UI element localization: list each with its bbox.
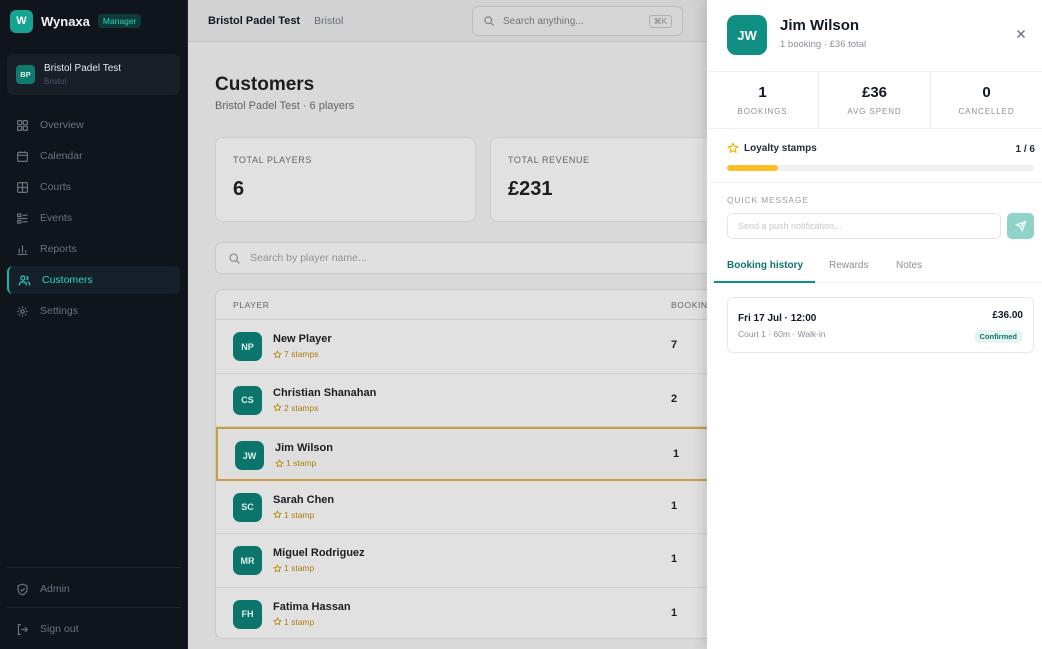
booking-price: £36.00 — [992, 310, 1023, 321]
sidebar-item-customers[interactable]: Customers — [7, 266, 180, 294]
customer-stats: 1 BOOKINGS £36 AVG SPEND 0 CANCELLED — [707, 72, 1042, 129]
calendar-icon — [17, 150, 28, 162]
stat-cancelled: 0 CANCELLED — [931, 72, 1042, 128]
input-placeholder: Send a push notification... — [738, 221, 842, 231]
sidebar-nav: Overview Calendar Courts Events Reports … — [0, 111, 187, 325]
brand: W Wynaxa Manager — [0, 0, 187, 42]
sidebar: W Wynaxa Manager BP Bristol Padel Test B… — [0, 0, 188, 649]
active-tab-indicator — [714, 281, 815, 283]
stat-value: £36 — [861, 84, 888, 101]
close-icon — [1017, 30, 1025, 38]
venue-avatar: BP — [16, 65, 35, 84]
push-notification-input[interactable]: Send a push notification... — [727, 213, 1001, 239]
sidebar-item-admin[interactable]: Admin — [7, 575, 181, 603]
loyalty-title: Loyalty stamps — [727, 142, 817, 154]
drawer-header: JW Jim Wilson 1 booking · £36 total — [707, 0, 1042, 72]
sign-out-button[interactable]: Sign out — [7, 615, 181, 643]
sidebar-item-overview[interactable]: Overview — [7, 111, 180, 139]
star-icon — [727, 142, 739, 154]
loyalty-stamps-section: Loyalty stamps 1 / 6 — [707, 129, 1042, 183]
shield-icon — [17, 583, 28, 595]
booking-date: Fri 17 Jul · 12:00 — [738, 313, 817, 324]
brand-name: Wynaxa — [41, 13, 90, 29]
loyalty-count: 1 / 6 — [1015, 144, 1035, 155]
brand-logo[interactable]: W — [10, 9, 33, 33]
loyalty-progress-fill — [727, 165, 779, 171]
role-badge: Manager — [97, 14, 142, 28]
users-icon — [18, 274, 31, 285]
tab-notes[interactable]: Notes — [896, 260, 922, 271]
gear-icon — [17, 305, 28, 317]
sidebar-item-events[interactable]: Events — [7, 204, 180, 232]
courts-icon — [17, 181, 28, 193]
sidebar-item-label: Overview — [40, 119, 84, 131]
sidebar-item-courts[interactable]: Courts — [7, 173, 180, 201]
stat-value: 1 — [758, 84, 767, 101]
stat-label: CANCELLED — [958, 107, 1015, 116]
booking-history-item[interactable]: Fri 17 Jul · 12:00 Court 1 · 60m · Walk-… — [727, 297, 1034, 353]
status-badge: Confirmed — [973, 330, 1023, 343]
sidebar-item-label: Courts — [40, 181, 71, 193]
sidebar-item-label: Customers — [42, 274, 93, 286]
booking-details: Court 1 · 60m · Walk-in — [738, 329, 826, 339]
venue-name: Bristol Padel Test — [44, 63, 122, 74]
venue-switcher[interactable]: BP Bristol Padel Test Bristol — [7, 54, 180, 95]
divider — [7, 567, 181, 568]
send-icon — [1014, 220, 1027, 232]
customer-detail-drawer: JW Jim Wilson 1 booking · £36 total 1 BO… — [707, 0, 1042, 649]
close-button[interactable] — [1014, 27, 1028, 41]
sidebar-item-label: Admin — [40, 583, 70, 595]
send-button[interactable] — [1007, 213, 1034, 239]
stat-value: 0 — [982, 84, 991, 101]
customer-name: Jim Wilson — [780, 17, 860, 34]
drawer-tabs: Booking history Rewards Notes — [707, 250, 1042, 283]
quick-message-label: QUICK MESSAGE — [727, 195, 809, 205]
events-icon — [17, 212, 28, 224]
sidebar-item-settings[interactable]: Settings — [7, 297, 180, 325]
divider — [7, 607, 181, 608]
sidebar-footer: Admin Sign out — [0, 567, 188, 649]
sidebar-item-label: Reports — [40, 243, 77, 255]
sidebar-item-label: Sign out — [40, 623, 79, 635]
sidebar-item-label: Settings — [40, 305, 78, 317]
avatar: JW — [727, 15, 767, 55]
sign-out-icon — [17, 623, 29, 635]
venue-city: Bristol — [44, 77, 67, 86]
tab-booking-history[interactable]: Booking history — [727, 260, 803, 271]
customer-summary: 1 booking · £36 total — [780, 39, 867, 50]
quick-message-section: QUICK MESSAGE Send a push notification..… — [707, 183, 1042, 250]
sidebar-item-reports[interactable]: Reports — [7, 235, 180, 263]
stat-label: BOOKINGS — [737, 107, 788, 116]
sidebar-item-calendar[interactable]: Calendar — [7, 142, 180, 170]
loyalty-progress-bar — [727, 165, 1034, 171]
chart-icon — [17, 244, 28, 255]
stat-bookings: 1 BOOKINGS — [707, 72, 819, 128]
stat-avg-spend: £36 AVG SPEND — [819, 72, 931, 128]
loyalty-title-text: Loyalty stamps — [744, 142, 817, 154]
grid-icon — [17, 119, 28, 131]
stat-label: AVG SPEND — [847, 107, 902, 116]
tab-rewards[interactable]: Rewards — [829, 260, 868, 271]
sidebar-item-label: Events — [40, 212, 73, 224]
sidebar-item-label: Calendar — [40, 150, 83, 162]
